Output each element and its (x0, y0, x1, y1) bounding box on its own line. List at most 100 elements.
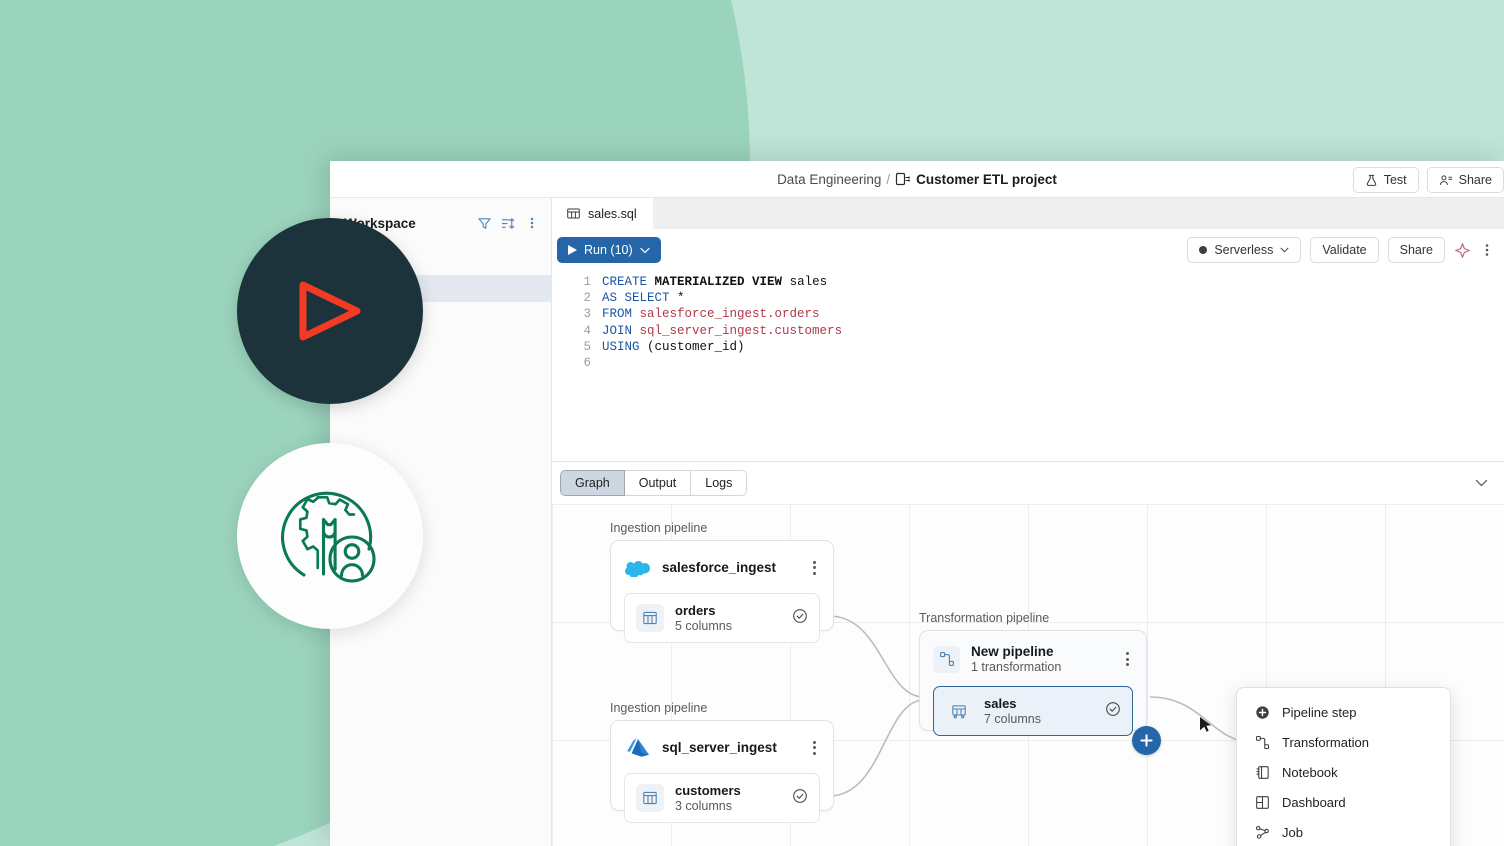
line-number: 5 (583, 339, 591, 354)
table-columns: 7 columns (984, 712, 1041, 726)
tab-sales-sql[interactable]: sales.sql (552, 198, 653, 229)
line-number: 1 (583, 275, 591, 289)
breadcrumb: Data Engineering / Customer ETL project (777, 171, 1057, 187)
app-header: Data Engineering / Customer ETL project (330, 161, 1504, 198)
run-button-label: Run (10) (584, 243, 633, 257)
table-card-customers[interactable]: customers 3 columns (624, 773, 820, 823)
pipeline-group-sqlserver[interactable]: sql_server_ingest customers 3 columns (610, 720, 834, 823)
sql-code-editor[interactable]: 1 CREATE MATERIALIZED VIEW sales 2 AS SE… (552, 271, 1504, 461)
menu-item-dashboard[interactable]: Dashboard (1237, 787, 1450, 817)
menu-item-notebook[interactable]: Notebook (1237, 757, 1450, 787)
chevron-down-icon[interactable] (1475, 474, 1494, 492)
graph-tab-bar: Graph Output Logs (552, 462, 1504, 504)
play-badge[interactable] (237, 218, 423, 404)
code-text: CREATE MATERIALIZED VIEW sales (602, 275, 828, 289)
check-circle-icon (792, 608, 808, 629)
kebab-menu-icon[interactable] (807, 560, 821, 575)
sort-icon[interactable] (499, 214, 517, 232)
menu-item-label: Transformation (1282, 734, 1369, 750)
kebab-menu-icon[interactable] (1480, 242, 1494, 258)
group-label-transformation: Transformation pipeline (919, 611, 1050, 625)
menu-item-job[interactable]: Job (1237, 817, 1450, 846)
compute-label: Serverless (1214, 243, 1274, 257)
gear-wrench-person-icon (273, 479, 387, 593)
kebab-menu-icon[interactable] (523, 214, 541, 232)
table-name: sales (984, 696, 1017, 711)
transformation-icon (933, 645, 960, 673)
job-icon (1255, 825, 1270, 840)
pipeline-group-transformation[interactable]: New pipeline 1 transformation sales 7 co… (919, 630, 1147, 736)
graph-canvas[interactable]: Ingestion pipeline salesforce_ingest ord… (552, 504, 1504, 846)
compute-selector[interactable]: Serverless (1187, 237, 1302, 263)
code-text: USING (customer_id) (602, 339, 745, 354)
graph-panel: Graph Output Logs Ingestion pipeline sal… (552, 461, 1504, 846)
add-node-button[interactable] (1132, 726, 1161, 755)
notebook-icon (1255, 765, 1270, 780)
code-line: 3 FROM salesforce_ingest.orders (552, 306, 1504, 322)
materialized-view-icon (945, 697, 973, 725)
graph-tab-group: Graph Output Logs (560, 470, 748, 496)
plus-circle-icon (1255, 705, 1270, 720)
app-body: Workspace sales.sql Run (10) Serverless … (330, 198, 1504, 846)
group-title-block: salesforce_ingest (662, 560, 776, 575)
share-button[interactable]: Share (1426, 167, 1504, 193)
validate-button-label: Validate (1322, 243, 1367, 257)
group-header: salesforce_ingest (611, 541, 833, 581)
menu-item-label: Pipeline step (1282, 704, 1357, 720)
kebab-menu-icon[interactable] (807, 740, 821, 755)
tab-output[interactable]: Output (624, 470, 692, 496)
check-circle-icon (1105, 701, 1121, 722)
group-header: New pipeline 1 transformation (920, 631, 1146, 674)
table-name: orders (675, 603, 716, 618)
tab-label: Logs (705, 476, 733, 490)
table-card-orders[interactable]: orders 5 columns (624, 593, 820, 643)
group-title-block: New pipeline 1 transformation (971, 644, 1061, 674)
menu-item-label: Job (1282, 824, 1303, 840)
run-button[interactable]: Run (10) (557, 237, 661, 263)
table-icon (636, 784, 664, 812)
line-number: 2 (583, 291, 591, 306)
kebab-menu-icon[interactable] (1120, 652, 1134, 666)
chevron-down-icon[interactable] (639, 247, 650, 254)
editor-share-label: Share (1399, 243, 1433, 257)
header-actions: Test Share (1352, 167, 1504, 193)
menu-item-label: Dashboard (1282, 794, 1346, 810)
chevron-down-icon[interactable] (1280, 247, 1289, 253)
people-icon (1439, 174, 1453, 187)
code-line: 6 (552, 355, 1504, 371)
editor-share-button[interactable]: Share (1387, 237, 1445, 263)
flask-icon (1365, 174, 1378, 187)
tab-label: sales.sql (588, 206, 637, 221)
compute-status-dot (1199, 246, 1208, 254)
check-circle-icon (792, 788, 808, 809)
azure-icon (624, 734, 651, 761)
validate-button[interactable]: Validate (1310, 237, 1379, 263)
breadcrumb-separator: / (886, 171, 891, 187)
menu-item-transformation[interactable]: Transformation (1237, 727, 1450, 757)
pipeline-group-salesforce[interactable]: salesforce_ingest orders 5 columns (610, 540, 834, 643)
table-card-sales[interactable]: sales 7 columns (933, 686, 1133, 736)
project-icon (895, 171, 911, 187)
filter-icon[interactable] (475, 214, 493, 232)
sql-view-icon (566, 206, 581, 221)
code-line: 1 CREATE MATERIALIZED VIEW sales (552, 274, 1504, 290)
group-header: sql_server_ingest (611, 721, 833, 761)
dashboard-icon (1255, 795, 1270, 810)
test-button[interactable]: Test (1352, 167, 1419, 193)
code-line: 2 AS SELECT * (552, 290, 1504, 306)
group-title-block: sql_server_ingest (662, 740, 777, 755)
menu-item-pipeline-step[interactable]: Pipeline step (1237, 697, 1450, 727)
tab-graph[interactable]: Graph (560, 470, 625, 496)
tool-badge[interactable] (237, 443, 423, 629)
tab-label: Graph (575, 476, 610, 490)
plus-icon (1139, 733, 1154, 748)
sparkle-icon[interactable] (1454, 242, 1471, 259)
tab-logs[interactable]: Logs (691, 470, 748, 496)
mouse-cursor (1200, 717, 1212, 739)
breadcrumb-parent[interactable]: Data Engineering (777, 172, 881, 187)
table-columns: 5 columns (675, 619, 732, 633)
code-line: 5 USING (customer_id) (552, 339, 1504, 355)
table-columns: 3 columns (675, 799, 732, 813)
add-node-context-menu[interactable]: Pipeline step Transformation Notebook Da… (1236, 687, 1451, 846)
table-text-block: orders 5 columns (675, 603, 732, 633)
